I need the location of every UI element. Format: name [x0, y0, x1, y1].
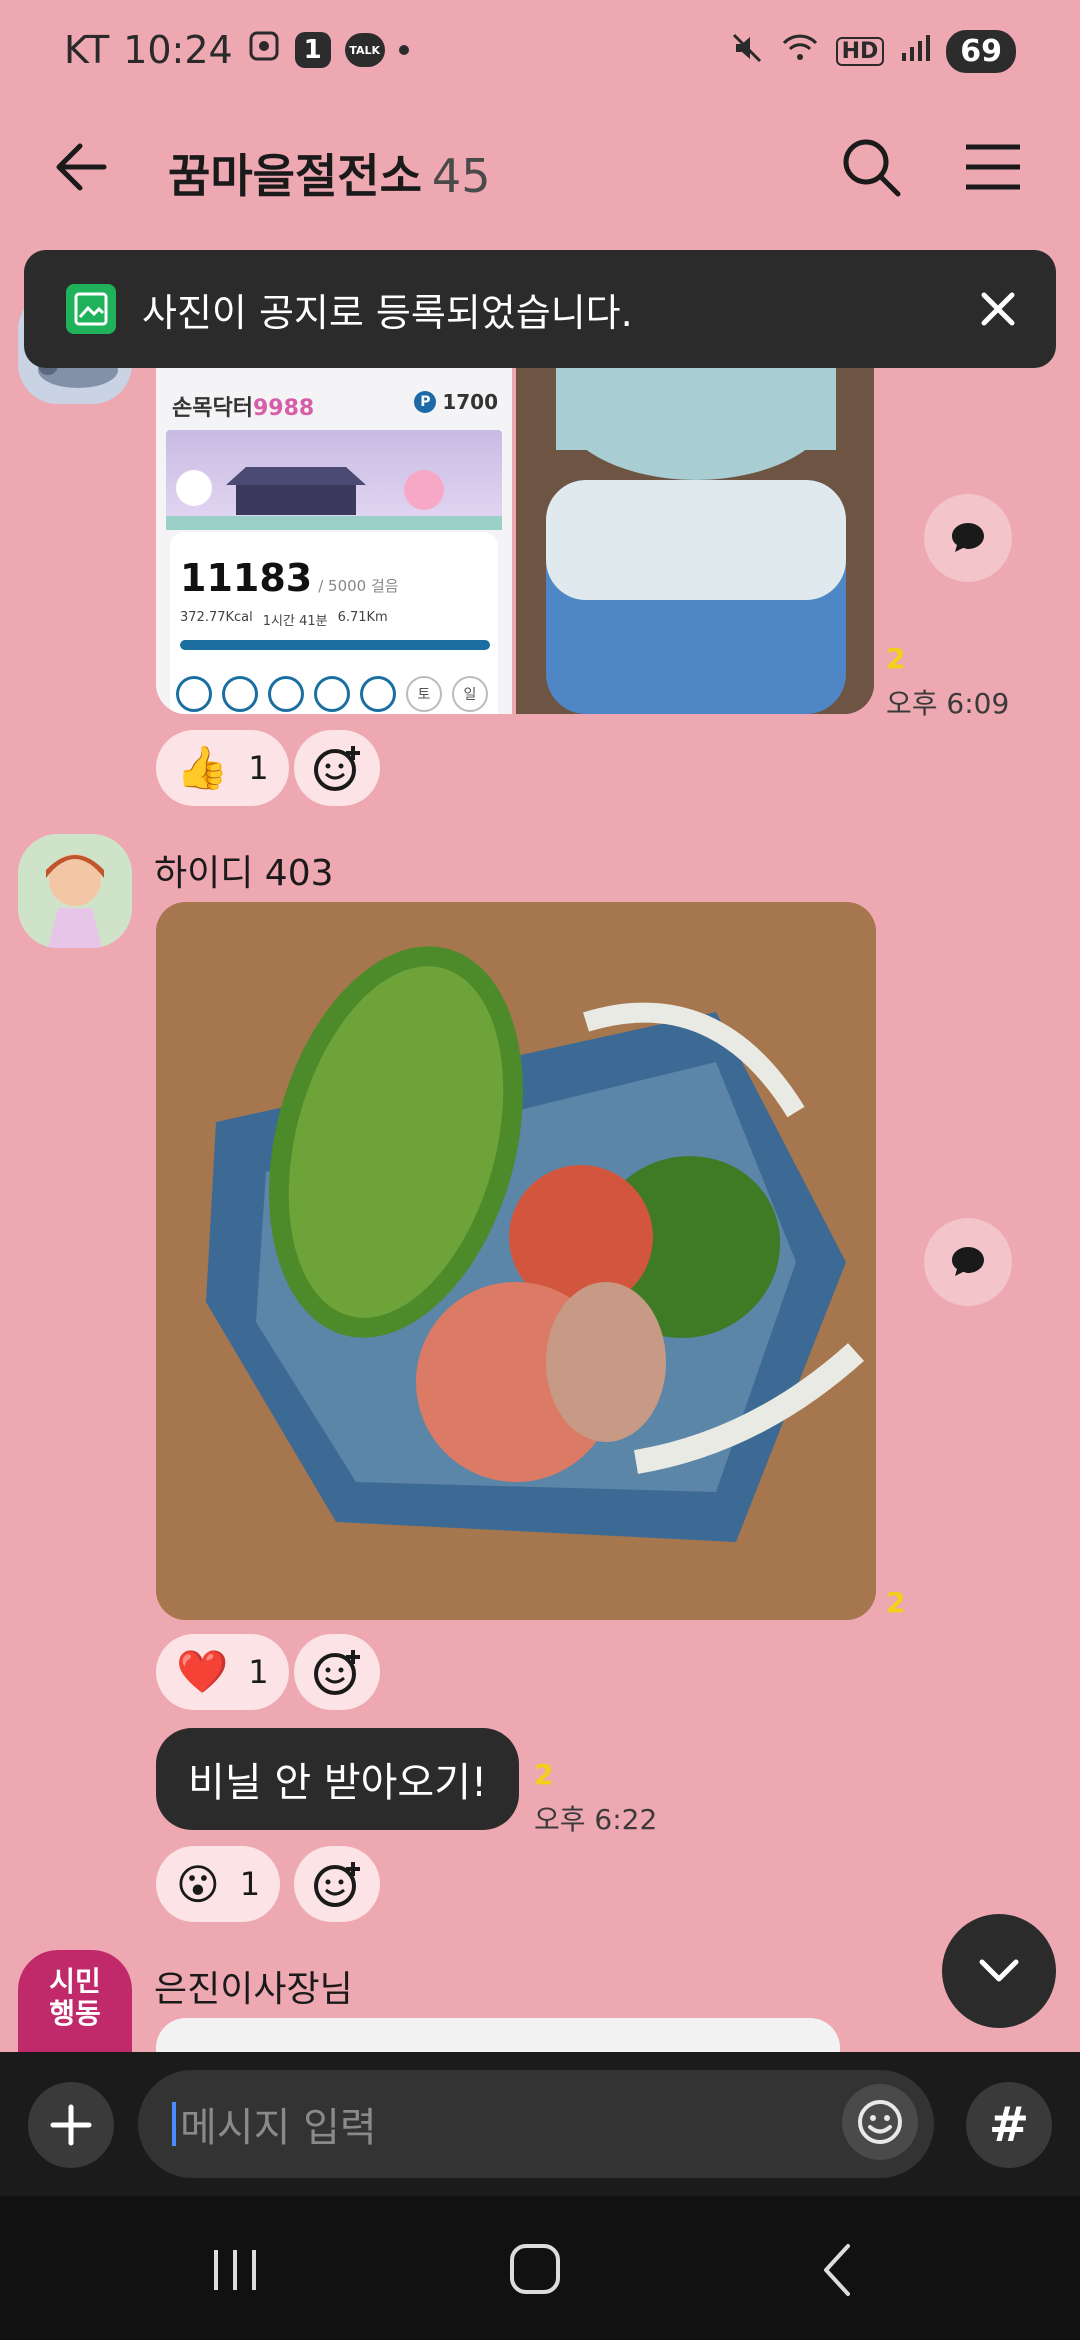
- read-count: 2: [886, 642, 906, 675]
- screenshot-icon: [247, 28, 281, 72]
- reaction-surprised[interactable]: 😮 1: [156, 1846, 281, 1922]
- reaction-count: 1: [248, 749, 269, 787]
- sender-name: 은진이사장님: [154, 1969, 353, 2010]
- bottle-photo[interactable]: [516, 360, 874, 714]
- more-notifications-dot: [398, 45, 409, 55]
- message-composer: 메시지 입력 #: [0, 2052, 1080, 2196]
- hamburger-icon: [966, 144, 1020, 190]
- attach-button[interactable]: [28, 2082, 114, 2168]
- step-progress-bar: [180, 640, 490, 650]
- text-caret: [172, 2102, 176, 2146]
- hd-icon: HD: [835, 37, 885, 66]
- reaction-emoji: 😮: [176, 1859, 220, 1909]
- message-time: 오후 6:22: [534, 1803, 658, 1836]
- back-chevron-icon: [824, 2244, 850, 2296]
- chat-header: 꿈마을절전소 45: [0, 110, 1080, 220]
- status-bar: KT 10:24 1 TALK HD 69: [0, 0, 1080, 100]
- points-display: P 1700: [414, 390, 498, 414]
- avatar-text-line2: 행동: [49, 1997, 101, 2030]
- back-nav-button[interactable]: [804, 2240, 874, 2300]
- reaction-heart[interactable]: ❤️ 1: [156, 1634, 289, 1710]
- home-icon: [510, 2244, 560, 2294]
- signal-icon: [900, 31, 931, 72]
- image-icon: [66, 284, 116, 334]
- reaction-emoji: ❤️: [176, 1647, 229, 1696]
- reaction-emoji: 👍: [176, 743, 229, 792]
- status-right: HD 69: [730, 30, 1016, 73]
- add-reaction-button[interactable]: [294, 1846, 380, 1922]
- avatar-text-line1: 시민: [49, 1965, 101, 1998]
- points-value: 1700: [442, 390, 498, 414]
- step-stats: 372.77Kcal 1시간 41분 6.71Km: [180, 610, 388, 629]
- mute-icon: [730, 31, 764, 72]
- sender-avatar[interactable]: [18, 834, 132, 948]
- search-button[interactable]: [836, 132, 906, 202]
- share-button[interactable]: [924, 494, 1012, 582]
- back-button[interactable]: [48, 132, 118, 202]
- plus-icon: [50, 2104, 92, 2146]
- back-arrow-icon: [56, 143, 107, 191]
- sender-avatar[interactable]: 시민 행동: [18, 1950, 132, 2052]
- toast-message: 사진이 공지로 등록되었습니다.: [142, 290, 633, 335]
- carrier-label: KT: [64, 28, 110, 72]
- sender-name: 하이디 403: [154, 853, 334, 894]
- read-count: 2: [886, 1586, 906, 1619]
- status-left: KT 10:24 1 TALK: [64, 28, 409, 72]
- message-input[interactable]: 메시지 입력: [138, 2070, 934, 2178]
- search-icon: [843, 139, 901, 197]
- talk-icon: TALK: [344, 33, 385, 67]
- chat-room-name: 꿈마을절전소: [168, 149, 422, 203]
- menu-button[interactable]: [958, 132, 1028, 202]
- app-name: 손목닥터9988: [172, 396, 315, 421]
- add-emoji-icon: [314, 746, 360, 791]
- reaction-count: 1: [239, 1865, 261, 1903]
- chevron-down-icon: [979, 1959, 1019, 1982]
- comment-icon: [952, 1247, 984, 1276]
- watermelon-photo[interactable]: [156, 902, 876, 1620]
- chat-title: 꿈마을절전소 45: [168, 140, 490, 206]
- close-icon: [981, 292, 1015, 326]
- add-emoji-icon: [314, 1650, 360, 1695]
- step-banner-illustration: [166, 430, 502, 530]
- emoji-button[interactable]: [842, 2084, 918, 2160]
- add-emoji-icon: [314, 1862, 360, 1907]
- reaction-count: 1: [248, 1653, 269, 1691]
- step-screenshot-photo[interactable]: 손목닥터9988 P 1700 11183 / 5000 걸음 372.77Kc…: [156, 360, 512, 714]
- clock: 10:24: [123, 28, 233, 72]
- notification-badge: 1: [294, 32, 331, 68]
- recent-apps-icon: [214, 2250, 256, 2290]
- add-reaction-button[interactable]: [294, 730, 380, 806]
- message-bubble[interactable]: 비닐 안 받아오기!: [156, 1728, 520, 1830]
- member-count: 45: [431, 149, 491, 203]
- partial-photo[interactable]: [156, 2018, 840, 2052]
- points-icon: P: [414, 391, 437, 413]
- reaction-thumbs-up[interactable]: 👍 1: [156, 730, 289, 806]
- wifi-icon: [780, 31, 820, 72]
- home-button[interactable]: [500, 2240, 570, 2300]
- message-time: 오후 6:09: [886, 687, 1010, 720]
- recent-apps-button[interactable]: [200, 2240, 270, 2300]
- scroll-to-bottom-button[interactable]: [942, 1914, 1056, 2028]
- hashtag-button[interactable]: #: [966, 2082, 1052, 2168]
- notice-toast: 사진이 공지로 등록되었습니다.: [24, 250, 1056, 368]
- read-count: 2: [534, 1758, 554, 1791]
- message-placeholder: 메시지 입력: [180, 2105, 377, 2151]
- step-count: 11183 / 5000 걸음: [180, 556, 399, 600]
- comment-icon: [952, 523, 984, 552]
- share-button[interactable]: [924, 1218, 1012, 1306]
- add-reaction-button[interactable]: [294, 1634, 380, 1710]
- smiley-icon: [858, 2100, 902, 2144]
- battery-indicator: 69: [946, 30, 1016, 73]
- weekday-checks: 토 일: [176, 676, 488, 712]
- toast-close-button[interactable]: [968, 279, 1028, 339]
- system-nav-bar: [0, 2196, 1080, 2340]
